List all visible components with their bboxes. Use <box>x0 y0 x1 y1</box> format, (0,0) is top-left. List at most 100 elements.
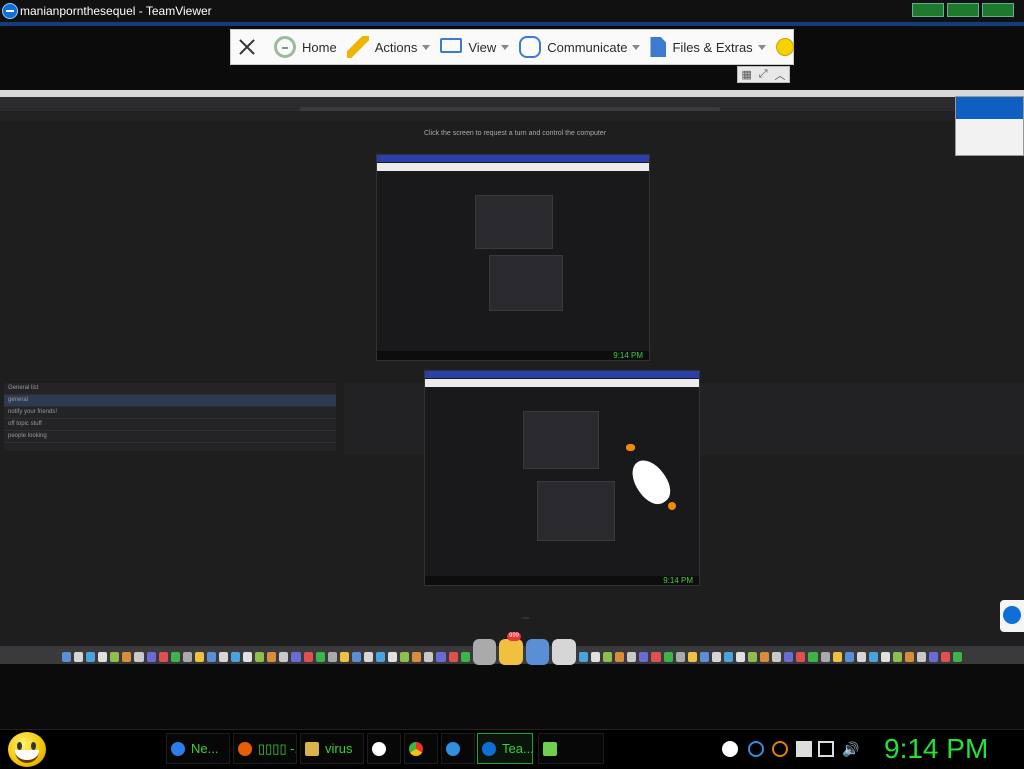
dock-app-icon[interactable] <box>291 652 301 662</box>
list-item[interactable]: General list <box>4 383 336 395</box>
dock-app-icon[interactable] <box>639 652 649 662</box>
maximize-button[interactable] <box>947 3 979 17</box>
dock-app-icon[interactable] <box>231 652 241 662</box>
dock-app-icon[interactable] <box>170 652 180 662</box>
yandex-tray-icon[interactable] <box>722 741 738 757</box>
dock-app-icon[interactable] <box>651 652 661 662</box>
dock-app-icon[interactable] <box>243 652 253 662</box>
taskbar-button-notepad[interactable] <box>538 733 604 764</box>
dock-app-icon[interactable] <box>808 652 818 662</box>
taskbar-button-teamviewer[interactable]: Tea... <box>477 733 533 764</box>
search-tray-icon[interactable] <box>772 741 788 757</box>
dock-app-icon[interactable] <box>424 652 434 662</box>
dock-app-icon[interactable] <box>110 652 120 662</box>
collapse-toolbar-icon[interactable]: ︿ <box>775 67 786 83</box>
home-button[interactable]: Home <box>269 30 342 64</box>
dock-app-icon[interactable] <box>663 652 673 662</box>
teamviewer-side-icon[interactable] <box>1000 600 1024 632</box>
dock-app-icon[interactable] <box>388 652 398 662</box>
dock-app-icon[interactable] <box>929 652 939 662</box>
list-item[interactable]: off topic stuff <box>4 419 336 431</box>
list-item[interactable]: notify your friends! <box>4 407 336 419</box>
files-extras-menu[interactable]: Files & Extras <box>645 30 770 64</box>
dock-app-icon[interactable] <box>255 652 265 662</box>
dock-app-icon[interactable] <box>134 652 144 662</box>
dock-app-icon[interactable] <box>552 639 576 665</box>
taskbar-button-edge[interactable] <box>441 733 475 764</box>
view-menu[interactable]: View <box>435 30 514 64</box>
taskbar-button-firefox[interactable]: ▯▯▯▯ -... <box>233 733 297 764</box>
dock-app-icon[interactable] <box>376 652 386 662</box>
dock-app-icon[interactable] <box>363 652 374 662</box>
dock-app-icon[interactable] <box>279 652 289 662</box>
dock-app-icon[interactable] <box>315 652 325 662</box>
close-session-button[interactable] <box>231 30 269 64</box>
dock-app-icon[interactable] <box>893 652 903 662</box>
taskbar-button-chrome[interactable]: Ne... <box>166 733 230 764</box>
dock-app-icon[interactable] <box>953 652 963 662</box>
dock-app-icon[interactable] <box>74 652 84 662</box>
dock-app-icon[interactable] <box>499 639 523 665</box>
dock-app-icon[interactable] <box>146 652 156 662</box>
dock-app-icon[interactable] <box>472 639 497 665</box>
dock-app-icon[interactable] <box>699 652 709 662</box>
taskbar-clock[interactable]: 9:14 PM <box>884 733 988 765</box>
dock-app-icon[interactable] <box>820 652 830 662</box>
list-item[interactable]: general <box>4 395 336 407</box>
dock-app-icon[interactable] <box>832 652 842 662</box>
dock-app-icon[interactable] <box>158 652 168 662</box>
dock-app-icon[interactable] <box>627 652 637 662</box>
dock-app-icon[interactable] <box>400 652 410 662</box>
taskbar-button-chrome-alt[interactable] <box>404 733 438 764</box>
dock-app-icon[interactable] <box>351 652 361 662</box>
dock-app-icon[interactable] <box>460 652 470 662</box>
dock-app-icon[interactable] <box>603 652 613 662</box>
dock-app-icon[interactable] <box>917 652 927 662</box>
dock-app-icon[interactable] <box>122 652 132 662</box>
dock-app-icon[interactable] <box>267 652 277 662</box>
grid-icon[interactable]: ▦ <box>741 68 751 81</box>
dock-app-icon[interactable] <box>219 652 229 662</box>
dock-app-icon[interactable] <box>772 652 782 662</box>
dock-app-icon[interactable] <box>303 652 313 662</box>
dock-app-icon[interactable] <box>723 652 733 662</box>
actions-menu[interactable]: Actions <box>342 30 436 64</box>
minimize-button[interactable] <box>912 3 944 17</box>
dock-app-icon[interactable] <box>687 652 697 662</box>
dock-app-icon[interactable] <box>735 652 746 662</box>
dock-app-icon[interactable] <box>591 652 601 662</box>
dock-app-icon[interactable] <box>86 652 96 662</box>
dock-app-icon[interactable] <box>941 652 951 662</box>
dock-app-icon[interactable] <box>675 652 685 662</box>
dock-app-icon[interactable] <box>748 652 758 662</box>
fullscreen-icon[interactable]: ⤢ <box>759 68 768 81</box>
dock-app-icon[interactable] <box>327 652 337 662</box>
dock-app-icon[interactable] <box>711 652 721 662</box>
shield-tray-icon[interactable] <box>748 741 764 757</box>
dock-app-icon[interactable] <box>760 652 770 662</box>
dock-app-icon[interactable] <box>880 652 890 662</box>
dock-app-icon[interactable] <box>844 652 854 662</box>
dock-app-icon[interactable] <box>62 652 72 662</box>
taskbar-button-virus-folder[interactable]: virus <box>300 733 364 764</box>
list-item[interactable]: people looking <box>4 431 336 443</box>
dock-app-icon[interactable] <box>98 652 108 662</box>
dock-app-icon[interactable] <box>525 639 550 665</box>
dock-app-icon[interactable] <box>784 652 794 662</box>
dock-app-icon[interactable] <box>578 652 589 662</box>
dock-app-icon[interactable] <box>448 652 458 662</box>
dock-app-icon[interactable] <box>856 652 866 662</box>
dock-app-icon[interactable] <box>905 652 915 662</box>
dock-app-icon[interactable] <box>182 652 192 662</box>
volume-icon[interactable]: 🔊 <box>842 741 859 757</box>
remote-screen[interactable]: Click the screen to request a turn and c… <box>0 90 1024 664</box>
start-button-smiley-icon[interactable] <box>8 732 46 767</box>
communicate-menu[interactable]: Communicate <box>514 30 645 64</box>
dock-app-icon[interactable] <box>339 652 349 662</box>
dock-app-icon[interactable] <box>436 652 446 662</box>
action-center-icon[interactable] <box>796 741 812 757</box>
dock-app-icon[interactable] <box>796 652 806 662</box>
taskbar-button-yandex[interactable] <box>367 733 401 764</box>
feedback-button[interactable] <box>771 30 805 64</box>
dock-app-icon[interactable] <box>868 652 878 662</box>
